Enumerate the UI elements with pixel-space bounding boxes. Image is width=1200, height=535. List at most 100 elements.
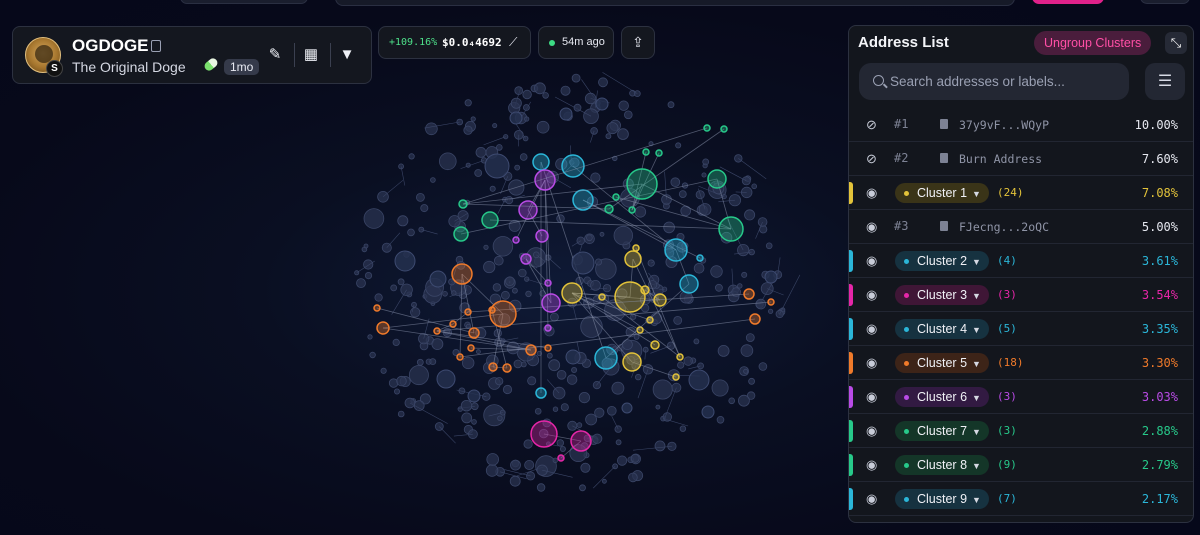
wallet-node[interactable] bbox=[475, 349, 481, 355]
cluster-node[interactable] bbox=[456, 353, 464, 361]
wallet-node[interactable] bbox=[410, 307, 421, 318]
wallet-node[interactable] bbox=[462, 356, 475, 370]
wallet-node[interactable] bbox=[590, 172, 601, 183]
wallet-node[interactable] bbox=[394, 250, 416, 272]
wallet-node[interactable] bbox=[702, 158, 710, 166]
cluster-chip[interactable]: Cluster 4 ▼ bbox=[895, 319, 989, 339]
cluster-node[interactable] bbox=[598, 293, 606, 301]
address-text[interactable]: FJecng...2oQC bbox=[959, 220, 1049, 234]
wallet-node[interactable] bbox=[489, 185, 496, 192]
wallet-node[interactable] bbox=[618, 100, 629, 111]
wallet-node[interactable] bbox=[711, 379, 729, 397]
cluster-chip[interactable]: Cluster 3 ▼ bbox=[895, 285, 989, 305]
wallet-node[interactable] bbox=[522, 89, 532, 100]
wallet-node[interactable] bbox=[560, 85, 571, 96]
wallet-node[interactable] bbox=[377, 191, 389, 203]
cluster-node[interactable] bbox=[458, 199, 468, 209]
wallet-node[interactable] bbox=[542, 92, 549, 99]
cluster-node[interactable] bbox=[376, 321, 390, 335]
cluster-node[interactable] bbox=[664, 238, 688, 262]
cluster-row[interactable]: ◉ Cluster 9 ▼ (7) 2.17% bbox=[849, 482, 1193, 516]
wallet-node[interactable] bbox=[556, 369, 567, 380]
wallet-node[interactable] bbox=[510, 459, 521, 471]
cluster-node[interactable] bbox=[534, 169, 556, 191]
cluster-node[interactable] bbox=[749, 313, 761, 325]
wallet-node[interactable] bbox=[431, 338, 444, 351]
wallet-node[interactable] bbox=[693, 262, 705, 274]
wallet-node[interactable] bbox=[514, 164, 521, 171]
cluster-node[interactable] bbox=[561, 154, 585, 178]
wallet-node[interactable] bbox=[579, 484, 586, 492]
wallet-node[interactable] bbox=[755, 298, 767, 310]
cluster-row[interactable]: ◉ Cluster 7 ▼ (3) 2.88% bbox=[849, 414, 1193, 448]
cluster-node[interactable] bbox=[767, 298, 775, 306]
wallet-node[interactable] bbox=[524, 459, 535, 470]
wallet-node[interactable] bbox=[738, 394, 750, 407]
cluster-node[interactable] bbox=[373, 304, 381, 312]
wallet-node[interactable] bbox=[407, 228, 415, 237]
wallet-node[interactable] bbox=[442, 290, 448, 297]
wallet-node[interactable] bbox=[571, 73, 581, 83]
wallet-node[interactable] bbox=[701, 172, 707, 178]
eye-icon[interactable]: ◉ bbox=[866, 287, 882, 303]
wallet-node[interactable] bbox=[502, 384, 513, 395]
wallet-node[interactable] bbox=[492, 123, 498, 129]
top-menu-button[interactable] bbox=[1140, 0, 1190, 4]
wallet-node[interactable] bbox=[429, 358, 437, 366]
wallet-node[interactable] bbox=[524, 116, 530, 122]
wallet-node[interactable] bbox=[552, 457, 558, 463]
wallet-node[interactable] bbox=[513, 359, 523, 369]
cluster-node[interactable] bbox=[604, 204, 614, 214]
cluster-node[interactable] bbox=[544, 344, 552, 352]
wallet-node[interactable] bbox=[400, 283, 413, 297]
cluster-row[interactable]: ◉ Cluster 6 ▼ (3) 3.03% bbox=[849, 380, 1193, 414]
cluster-node[interactable] bbox=[557, 454, 565, 462]
wallet-node[interactable] bbox=[594, 407, 605, 418]
wallet-node[interactable] bbox=[560, 403, 569, 412]
wallet-node[interactable] bbox=[578, 391, 591, 404]
cluster-node[interactable] bbox=[488, 306, 496, 314]
wallet-node[interactable] bbox=[500, 290, 510, 300]
eye-icon[interactable]: ◉ bbox=[866, 185, 882, 201]
cluster-node[interactable] bbox=[453, 226, 469, 242]
cluster-node[interactable] bbox=[628, 206, 636, 214]
wallet-node[interactable] bbox=[765, 242, 773, 250]
wallet-node[interactable] bbox=[509, 111, 523, 125]
cluster-node[interactable] bbox=[743, 288, 755, 300]
cluster-node[interactable] bbox=[512, 236, 520, 244]
cluster-row[interactable]: ◉ Cluster 2 ▼ (4) 3.61% bbox=[849, 244, 1193, 278]
wallet-node[interactable] bbox=[595, 97, 609, 111]
cluster-node[interactable] bbox=[632, 244, 640, 252]
wallet-node[interactable] bbox=[519, 153, 528, 161]
search-box[interactable] bbox=[859, 63, 1129, 100]
wallet-node[interactable] bbox=[504, 196, 514, 205]
wallet-node[interactable] bbox=[679, 425, 687, 432]
wallet-node[interactable] bbox=[764, 270, 778, 284]
wallet-node[interactable] bbox=[416, 358, 424, 366]
wallet-node[interactable] bbox=[552, 406, 559, 412]
cluster-node[interactable] bbox=[570, 430, 592, 452]
wallet-node[interactable] bbox=[524, 276, 530, 282]
wallet-node[interactable] bbox=[523, 439, 533, 449]
wallet-node[interactable] bbox=[744, 209, 756, 221]
eye-icon[interactable]: ◉ bbox=[866, 491, 882, 507]
cluster-node[interactable] bbox=[720, 125, 728, 133]
wallet-node[interactable] bbox=[475, 146, 487, 158]
wallet-node[interactable] bbox=[493, 255, 504, 266]
cluster-node[interactable] bbox=[489, 300, 517, 328]
cluster-node[interactable] bbox=[696, 254, 704, 262]
wallet-node[interactable] bbox=[510, 97, 522, 109]
cluster-chip[interactable]: Cluster 5 ▼ bbox=[895, 353, 989, 373]
wallet-node[interactable] bbox=[470, 116, 476, 122]
wallet-node[interactable] bbox=[474, 169, 483, 177]
pencil-icon[interactable]: ✎ bbox=[263, 43, 287, 67]
wallet-node[interactable] bbox=[390, 284, 398, 292]
wallet-node[interactable] bbox=[408, 365, 429, 386]
wallet-node[interactable] bbox=[392, 338, 400, 346]
wallet-node[interactable] bbox=[495, 377, 504, 386]
cluster-node[interactable] bbox=[468, 327, 480, 339]
cluster-node[interactable] bbox=[718, 216, 744, 242]
wallet-node[interactable] bbox=[420, 204, 429, 213]
wallet-node[interactable] bbox=[425, 122, 438, 136]
wallet-node[interactable] bbox=[429, 270, 447, 288]
